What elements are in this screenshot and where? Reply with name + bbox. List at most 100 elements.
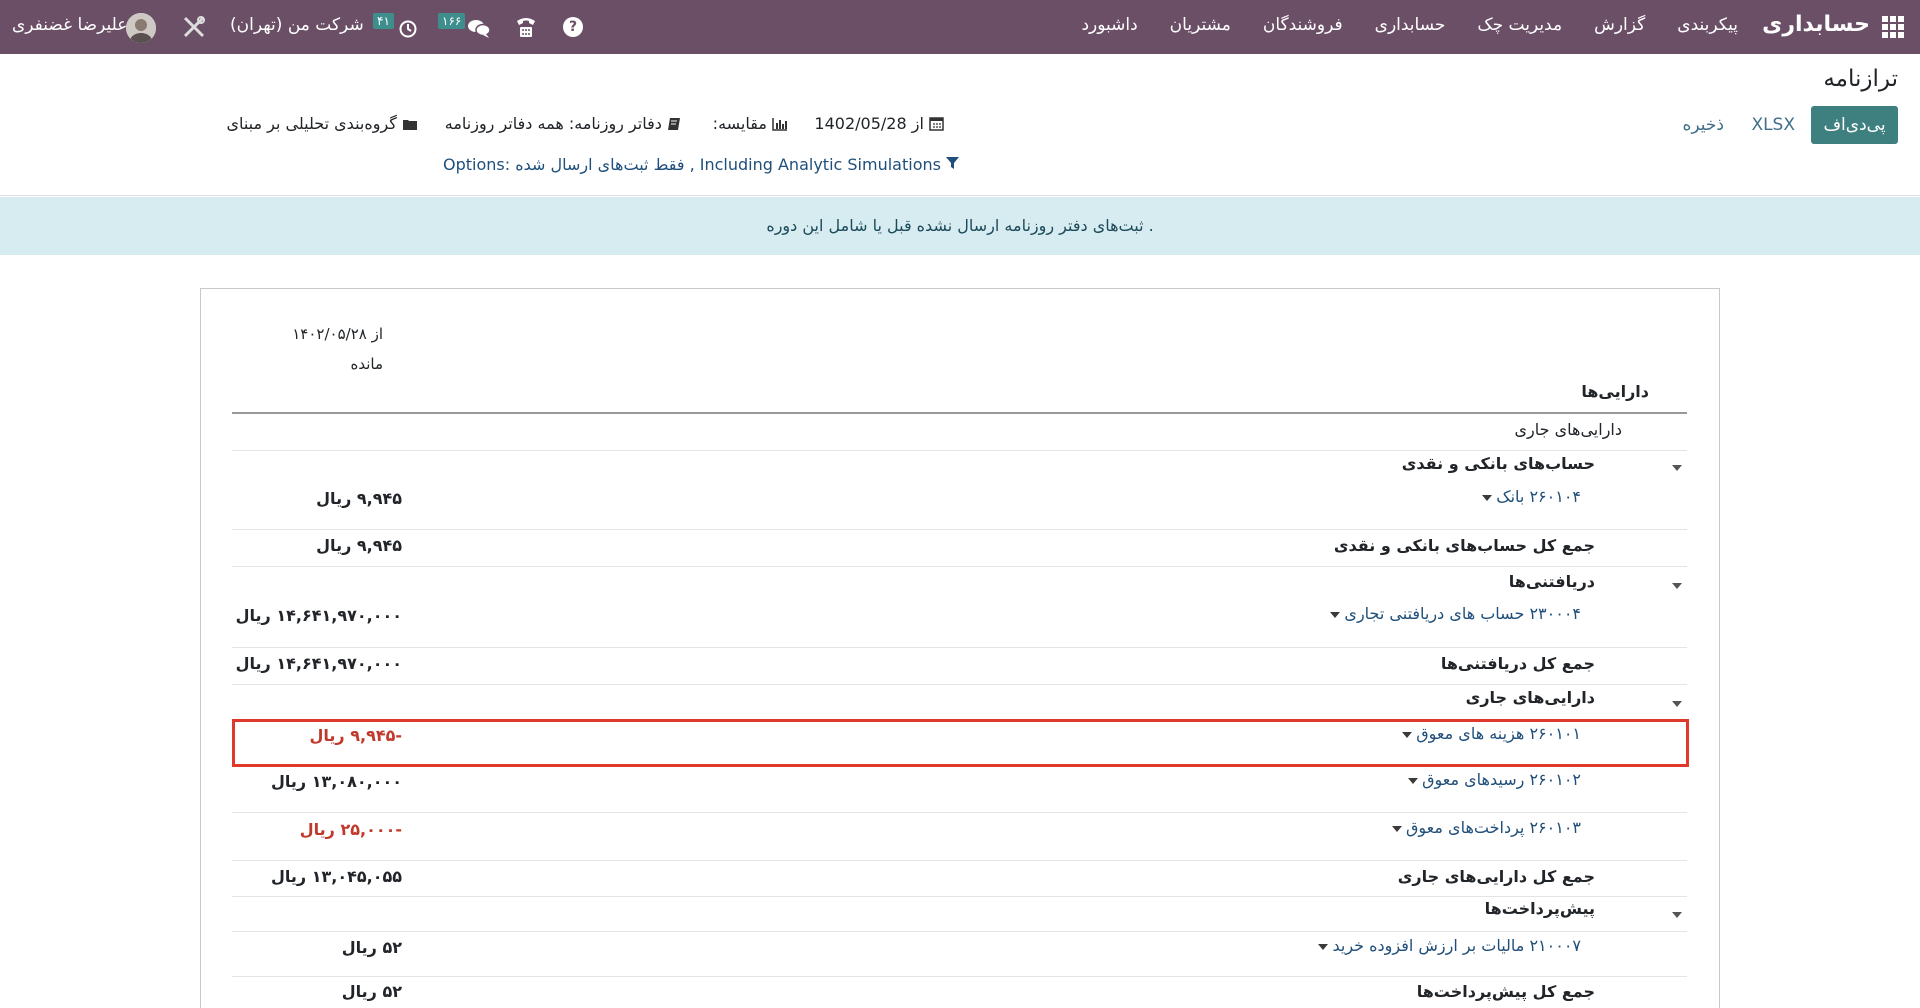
app-brand[interactable]: حسابداری [1762, 12, 1870, 37]
journals-filter-label: دفاتر روزنامه: همه دفاتر روزنامه [444, 114, 662, 133]
account-link[interactable]: ۲۶۰۱۰۴ بانک [1478, 487, 1581, 506]
caret-down-icon[interactable] [1672, 583, 1682, 589]
menu-item-accounting[interactable]: حسابداری [1375, 15, 1446, 35]
journals-filter[interactable]: دفاتر روزنامه: همه دفاتر روزنامه [445, 114, 681, 133]
caret-down-icon[interactable] [1672, 701, 1682, 707]
table-row[interactable]: دریافتنی‌ها [232, 569, 1687, 603]
table-row: ۲۶۰۱۰۲ رسیدهای معوق ۱۳,۰۸۰,۰۰۰ ریال [232, 768, 1687, 802]
row-value: ۹,۹۴۵ ریال [316, 536, 402, 555]
comparison-filter[interactable]: مقایسه: [713, 114, 788, 133]
caret-down-icon [1402, 731, 1413, 738]
column-header-balance: مانده [350, 355, 383, 373]
row-value: ۱۳,۰۸۰,۰۰۰ ریال [271, 772, 402, 791]
row-label: ۲۶۰۱۰۳ پرداخت‌های معوق [1406, 818, 1581, 837]
menu-item-vendors[interactable]: فروشندگان [1263, 15, 1343, 35]
messages-menu[interactable]: ۱۶۶ [438, 13, 493, 41]
company-switcher[interactable]: شرکت من (تهران) [230, 15, 364, 35]
table-row: ۲۳۰۰۰۴ حساب های دریافتنی تجاری ۱۴,۶۴۱,۹۷… [232, 602, 1687, 636]
row-divider [232, 684, 1687, 685]
row-value: -۲۵,۰۰۰ ریال [299, 820, 402, 839]
table-row: ۲۱۰۰۰۷ مالیات بر ارزش افزوده خرید ۵۲ ریا… [232, 934, 1687, 968]
row-label: ۲۶۰۱۰۱ هزینه های معوق [1416, 724, 1581, 743]
caret-down-icon [1482, 494, 1493, 501]
options-filter[interactable]: Options: فقط ثبت‌های ارسال شده , Includi… [443, 155, 960, 174]
user-avatar[interactable] [126, 13, 156, 43]
caret-down-icon[interactable] [1672, 465, 1682, 471]
book-icon [668, 118, 680, 130]
table-row: جمع کل حساب‌های بانکی و نقدی ۹,۹۴۵ ریال [232, 532, 1687, 566]
messages-badge: ۱۶۶ [438, 13, 466, 29]
column-header-period: از ۱۴۰۲/۰۵/۲۸ [292, 325, 383, 343]
menu-item-check-management[interactable]: مدیریت چک [1477, 15, 1562, 35]
phone-icon[interactable] [515, 15, 537, 39]
chat-icon [468, 20, 490, 38]
activities-badge: ۴۱ [373, 13, 394, 29]
calendar-icon [929, 117, 944, 131]
pdf-button[interactable]: پی‌دی‌اف [1811, 106, 1898, 144]
row-divider [232, 976, 1687, 977]
tools-icon[interactable] [182, 15, 206, 39]
menu-item-customers[interactable]: مشتریان [1170, 15, 1231, 35]
folder-icon [403, 120, 417, 130]
row-label: جمع کل دریافتنی‌ها [1440, 654, 1595, 673]
account-link[interactable]: ۲۶۰۱۰۱ هزینه های معوق [1398, 724, 1581, 743]
table-row[interactable]: حساب‌های بانکی و نقدی [232, 451, 1687, 485]
table-row: جمع کل پیش‌پرداخت‌ها ۵۲ ریال [232, 978, 1687, 1008]
account-link[interactable]: ۲۶۰۱۰۲ رسیدهای معوق [1404, 770, 1581, 789]
row-divider [232, 812, 1687, 813]
main-menu: داشبورد مشتریان فروشندگان حسابداری مدیری… [1081, 15, 1738, 35]
caret-down-icon [1392, 825, 1402, 832]
chart-icon [772, 118, 787, 131]
row-value: ۹,۹۴۵ ریال [316, 489, 402, 508]
column-header: از ۱۴۰۲/۰۵/۲۸ مانده [273, 319, 383, 379]
row-label: دارایی‌های جاری [1465, 688, 1595, 707]
row-value: ۱۴,۶۴۱,۹۷۰,۰۰۰ ریال [235, 606, 402, 625]
row-divider [232, 931, 1687, 932]
date-filter-label: از 1402/05/28 [814, 114, 924, 133]
row-divider [232, 647, 1687, 648]
row-label: ۲۳۰۰۰۴ حساب های دریافتنی تجاری [1344, 604, 1581, 623]
menu-item-dashboard[interactable]: داشبورد [1081, 15, 1137, 35]
row-value: ۱۳,۰۴۵,۰۵۵ ریال [271, 867, 402, 886]
caret-down-icon [1330, 611, 1341, 618]
page-title: ترازنامه [1823, 66, 1898, 92]
menu-item-configuration[interactable]: پیکربندی [1677, 15, 1738, 35]
save-button[interactable]: ذخیره [1683, 106, 1725, 144]
clock-icon [399, 20, 417, 38]
table-row[interactable]: دارایی‌های جاری [232, 687, 1687, 721]
table-row: جمع کل دریافتنی‌ها ۱۴,۶۴۱,۹۷۰,۰۰۰ ریال [232, 650, 1687, 684]
row-divider [232, 896, 1687, 897]
section-divider [232, 412, 1687, 414]
account-link[interactable]: ۲۶۰۱۰۳ پرداخت‌های معوق [1388, 818, 1581, 837]
analytic-groupby-label: گروه‌بندی تحلیلی بر مبنای [226, 114, 397, 133]
user-name[interactable]: علیرضا غضنفری [12, 15, 127, 35]
row-label: جمع کل دارایی‌های جاری [1397, 867, 1595, 886]
date-filter[interactable]: از 1402/05/28 [814, 114, 944, 133]
activities-menu[interactable]: ۴۱ [373, 13, 418, 41]
apps-grid-icon[interactable] [1882, 16, 1904, 38]
table-row: جمع کل دارایی‌های جاری ۱۳,۰۴۵,۰۵۵ ریال [232, 863, 1687, 897]
filter-icon [946, 157, 960, 169]
row-label: ۲۶۰۱۰۲ رسیدهای معوق [1422, 770, 1581, 789]
row-value: ۱۴,۶۴۱,۹۷۰,۰۰۰ ریال [235, 654, 402, 673]
row-label: دریافتنی‌ها [1508, 572, 1595, 591]
analytic-groupby-filter[interactable]: گروه‌بندی تحلیلی بر مبنای [226, 114, 418, 133]
table-row: دارایی‌های جاری [232, 416, 1687, 450]
xlsx-button[interactable]: XLSX [1751, 106, 1795, 144]
table-row: ۲۶۰۱۰۴ بانک ۹,۹۴۵ ریال [232, 485, 1687, 519]
row-value: -۹,۹۴۵ ریال [309, 726, 402, 745]
table-row[interactable]: پیش‌پرداخت‌ها [232, 898, 1687, 932]
caret-down-icon [1408, 777, 1419, 784]
caret-down-icon[interactable] [1672, 912, 1682, 918]
row-divider [232, 860, 1687, 861]
section-title: دارایی‌ها [1581, 382, 1649, 401]
account-link[interactable]: ۲۱۰۰۰۷ مالیات بر ارزش افزوده خرید [1314, 936, 1581, 955]
row-label: ۲۱۰۰۰۷ مالیات بر ارزش افزوده خرید [1332, 936, 1581, 955]
account-link[interactable]: ۲۳۰۰۰۴ حساب های دریافتنی تجاری [1326, 604, 1581, 623]
menu-item-reporting[interactable]: گزارش [1594, 15, 1645, 35]
row-label: دارایی‌های جاری [1514, 420, 1622, 439]
caret-down-icon [1318, 943, 1329, 950]
row-value: ۵۲ ریال [341, 938, 402, 957]
row-value: ۵۲ ریال [341, 982, 402, 1001]
help-icon[interactable]: ? [563, 17, 583, 37]
